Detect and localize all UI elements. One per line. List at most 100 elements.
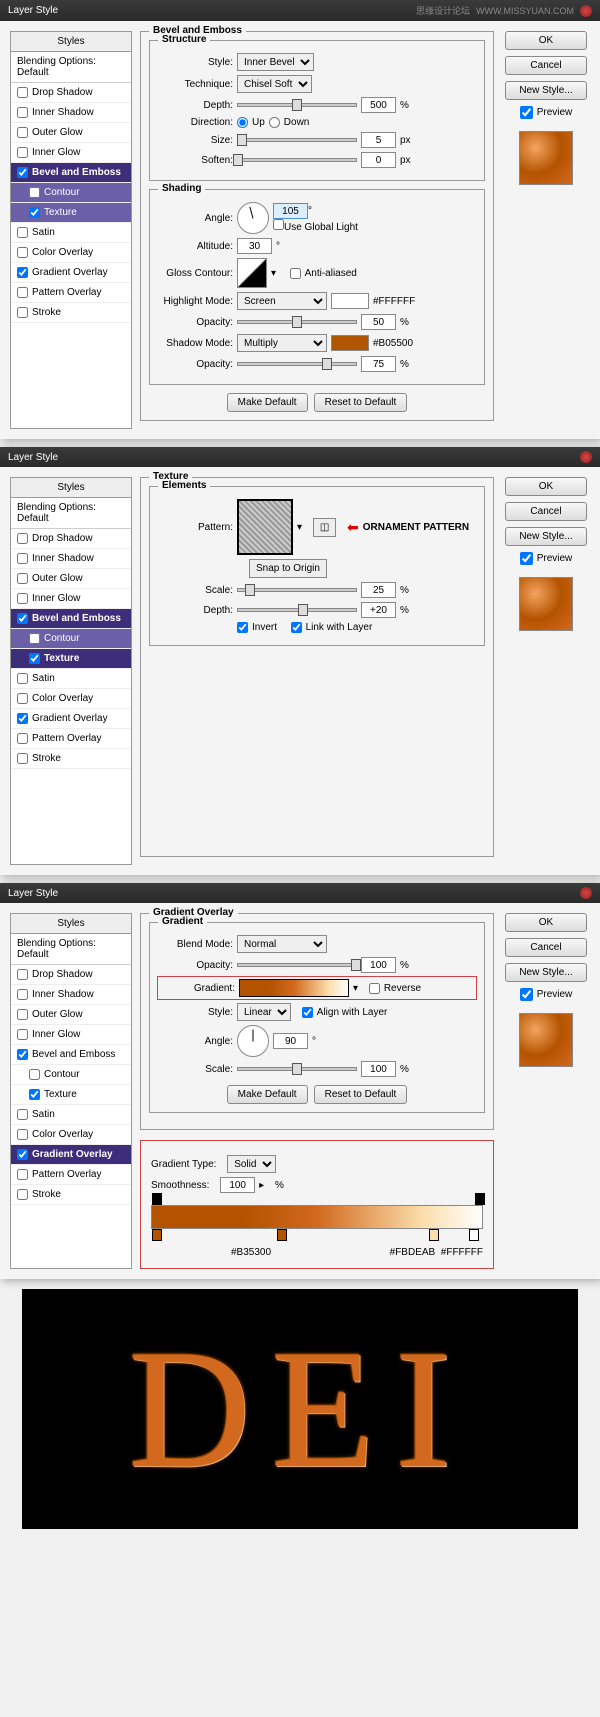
- link-layer-check[interactable]: [291, 622, 302, 633]
- texture-depth-slider[interactable]: [237, 608, 357, 612]
- opacity-stop[interactable]: [152, 1193, 162, 1205]
- style-outer-glow[interactable]: Outer Glow: [11, 1005, 131, 1025]
- style-inner-shadow[interactable]: Inner Shadow: [11, 549, 131, 569]
- grad-angle-input[interactable]: [273, 1033, 308, 1049]
- style-drop-shadow[interactable]: Drop Shadow: [11, 965, 131, 985]
- style-pattern-overlay[interactable]: Pattern Overlay: [11, 729, 131, 749]
- preview-check[interactable]: [520, 552, 533, 565]
- shadow-opacity-input[interactable]: [361, 356, 396, 372]
- grad-scale-input[interactable]: [361, 1061, 396, 1077]
- grad-scale-slider[interactable]: [237, 1067, 357, 1071]
- style-satin[interactable]: Satin: [11, 1105, 131, 1125]
- style-color-overlay[interactable]: Color Overlay: [11, 689, 131, 709]
- preview-check[interactable]: [520, 988, 533, 1001]
- angle-dial[interactable]: [237, 202, 269, 234]
- altitude-input[interactable]: [237, 238, 272, 254]
- style-contour[interactable]: Contour: [11, 1065, 131, 1085]
- highlight-color-swatch[interactable]: [331, 293, 369, 309]
- style-satin[interactable]: Satin: [11, 223, 131, 243]
- style-stroke[interactable]: Stroke: [11, 749, 131, 769]
- preview-check[interactable]: [520, 106, 533, 119]
- texture-scale-slider[interactable]: [237, 588, 357, 592]
- style-inner-glow[interactable]: Inner Glow: [11, 143, 131, 163]
- size-input[interactable]: [361, 132, 396, 148]
- new-style-button[interactable]: New Style...: [505, 527, 587, 546]
- pattern-picker[interactable]: [237, 499, 293, 555]
- style-outer-glow[interactable]: Outer Glow: [11, 123, 131, 143]
- direction-up[interactable]: [237, 117, 248, 128]
- gloss-contour-picker[interactable]: [237, 258, 267, 288]
- style-drop-shadow[interactable]: Drop Shadow: [11, 83, 131, 103]
- antialiased-check[interactable]: [290, 268, 301, 279]
- grad-type-select[interactable]: Solid: [227, 1155, 276, 1173]
- color-stop[interactable]: [152, 1229, 162, 1241]
- gradient-picker[interactable]: [239, 979, 349, 997]
- cancel-button[interactable]: Cancel: [505, 502, 587, 521]
- soften-slider[interactable]: [237, 158, 357, 162]
- style-inner-shadow[interactable]: Inner Shadow: [11, 985, 131, 1005]
- size-slider[interactable]: [237, 138, 357, 142]
- style-gradient-overlay[interactable]: Gradient Overlay: [11, 263, 131, 283]
- style-inner-shadow[interactable]: Inner Shadow: [11, 103, 131, 123]
- style-drop-shadow[interactable]: Drop Shadow: [11, 529, 131, 549]
- cancel-button[interactable]: Cancel: [505, 56, 587, 75]
- grad-opacity-input[interactable]: [361, 957, 396, 973]
- reset-default-button[interactable]: Reset to Default: [314, 393, 408, 412]
- new-style-button[interactable]: New Style...: [505, 81, 587, 100]
- close-icon[interactable]: [580, 5, 592, 17]
- ok-button[interactable]: OK: [505, 913, 587, 932]
- gradient-bar-editor[interactable]: [151, 1205, 483, 1229]
- style-texture[interactable]: Texture: [11, 649, 131, 669]
- smoothness-input[interactable]: [220, 1177, 255, 1193]
- bevel-style-select[interactable]: Inner Bevel: [237, 53, 314, 71]
- style-pattern-overlay[interactable]: Pattern Overlay: [11, 283, 131, 303]
- ok-button[interactable]: OK: [505, 477, 587, 496]
- snap-origin-button[interactable]: Snap to Origin: [249, 559, 327, 578]
- style-contour[interactable]: Contour: [11, 183, 131, 203]
- style-contour[interactable]: Contour: [11, 629, 131, 649]
- color-stop[interactable]: [277, 1229, 287, 1241]
- style-bevel-emboss[interactable]: Bevel and Emboss: [11, 1045, 131, 1065]
- style-bevel-emboss[interactable]: Bevel and Emboss: [11, 609, 131, 629]
- ok-button[interactable]: OK: [505, 31, 587, 50]
- color-stop[interactable]: [469, 1229, 479, 1241]
- close-icon[interactable]: [580, 451, 592, 463]
- align-layer-check[interactable]: [302, 1007, 313, 1018]
- shadow-opacity-slider[interactable]: [237, 362, 357, 366]
- highlight-opacity-slider[interactable]: [237, 320, 357, 324]
- highlight-opacity-input[interactable]: [361, 314, 396, 330]
- style-inner-glow[interactable]: Inner Glow: [11, 589, 131, 609]
- global-light-check[interactable]: [273, 219, 284, 230]
- make-default-button[interactable]: Make Default: [227, 1085, 308, 1104]
- style-texture[interactable]: Texture: [11, 1085, 131, 1105]
- blend-mode-select[interactable]: Normal: [237, 935, 327, 953]
- highlight-mode-select[interactable]: Screen: [237, 292, 327, 310]
- new-pattern-icon[interactable]: ◫: [313, 518, 336, 537]
- new-style-button[interactable]: New Style...: [505, 963, 587, 982]
- direction-down[interactable]: [269, 117, 280, 128]
- style-bevel-emboss[interactable]: Bevel and Emboss: [11, 163, 131, 183]
- opacity-stop[interactable]: [475, 1193, 485, 1205]
- depth-slider[interactable]: [237, 103, 357, 107]
- style-stroke[interactable]: Stroke: [11, 303, 131, 323]
- style-outer-glow[interactable]: Outer Glow: [11, 569, 131, 589]
- soften-input[interactable]: [361, 152, 396, 168]
- style-color-overlay[interactable]: Color Overlay: [11, 243, 131, 263]
- color-stop[interactable]: [429, 1229, 439, 1241]
- texture-scale-input[interactable]: [361, 582, 396, 598]
- reverse-check[interactable]: [369, 983, 380, 994]
- style-stroke[interactable]: Stroke: [11, 1185, 131, 1205]
- style-pattern-overlay[interactable]: Pattern Overlay: [11, 1165, 131, 1185]
- grad-angle-dial[interactable]: [237, 1025, 269, 1057]
- reset-default-button[interactable]: Reset to Default: [314, 1085, 408, 1104]
- cancel-button[interactable]: Cancel: [505, 938, 587, 957]
- angle-input[interactable]: [273, 203, 308, 219]
- shadow-color-swatch[interactable]: [331, 335, 369, 351]
- style-gradient-overlay[interactable]: Gradient Overlay: [11, 709, 131, 729]
- depth-input[interactable]: [361, 97, 396, 113]
- bevel-technique-select[interactable]: Chisel Soft: [237, 75, 312, 93]
- style-satin[interactable]: Satin: [11, 669, 131, 689]
- make-default-button[interactable]: Make Default: [227, 393, 308, 412]
- blending-options[interactable]: Blending Options: Default: [11, 52, 131, 83]
- style-color-overlay[interactable]: Color Overlay: [11, 1125, 131, 1145]
